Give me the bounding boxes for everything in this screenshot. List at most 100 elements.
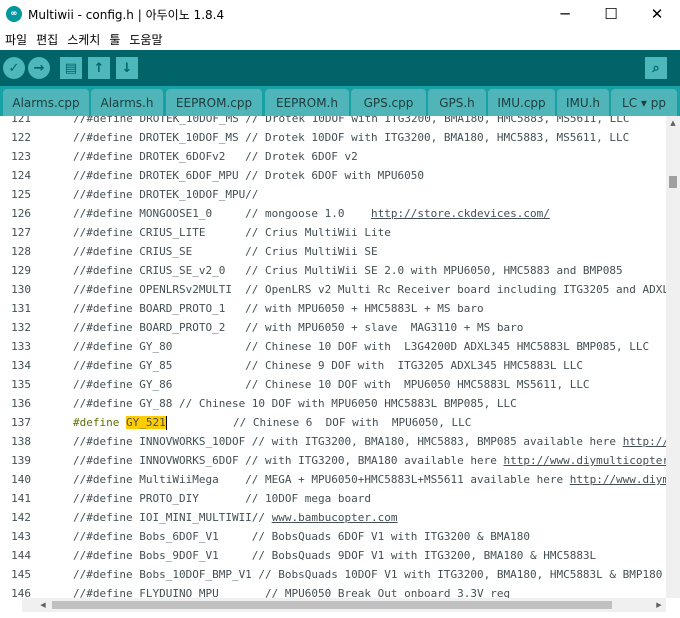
line-text: //#define INNOVWORKS_10DOF // with ITG32… bbox=[73, 432, 666, 451]
code-link: www.bambucopter.com bbox=[271, 511, 398, 524]
maximize-button[interactable]: ☐ bbox=[588, 0, 634, 28]
code-text: //#define MultiWiiMega // MEGA + MPU6050… bbox=[73, 473, 570, 486]
new-sketch-icon[interactable]: ▤ bbox=[60, 57, 82, 79]
code-text: //#define DROTEK_6DOFv2 // Drotek 6DOF v… bbox=[73, 150, 358, 163]
code-line: 129 //#define CRIUS_SE_v2_0 // Crius Mult… bbox=[0, 261, 666, 280]
menu-help[interactable]: 도움말 bbox=[125, 31, 166, 48]
line-number: 139 bbox=[11, 454, 31, 467]
code-line: 128 //#define CRIUS_SE // Crius MultiWii … bbox=[0, 242, 666, 261]
code-line: 144 //#define Bobs_9DOF_V1 // BobsQuads 9… bbox=[0, 546, 666, 565]
line-number: 145 bbox=[11, 568, 31, 581]
code-text: //#define CRIUS_SE // Crius MultiWii SE bbox=[73, 245, 378, 258]
upload-icon[interactable]: → bbox=[28, 57, 50, 79]
line-text: //#define GY_85 // Chinese 9 DOF with IT… bbox=[73, 356, 583, 375]
line-text: //#define CRIUS_SE // Crius MultiWii SE bbox=[73, 242, 378, 261]
line-number: 136 bbox=[11, 397, 31, 410]
tab-eeprom-cpp[interactable]: EEPROM.cpp bbox=[166, 89, 262, 116]
line-number: 141 bbox=[11, 492, 31, 505]
code-line: 126 //#define MONGOOSE1_0 // mongoose 1.0… bbox=[0, 204, 666, 223]
tab-imu-h[interactable]: IMU.h bbox=[557, 89, 609, 116]
hscroll-pad bbox=[0, 598, 22, 612]
minimize-button[interactable]: ─ bbox=[542, 0, 588, 28]
code-line: 136 //#define GY_88 // Chinese 10 DOF wit… bbox=[0, 394, 666, 413]
toolbar: ✓ → ▤ ↑ ↓ ⌕ bbox=[0, 50, 680, 86]
code-line: 131 //#define BOARD_PROTO_1 // with MPU60… bbox=[0, 299, 666, 318]
code-text: //#define INNOVWORKS_10DOF // with ITG32… bbox=[73, 435, 623, 448]
code-line: 125 //#define DROTEK_10DOF_MPU// bbox=[0, 185, 666, 204]
scroll-up-icon[interactable]: ▲ bbox=[666, 116, 680, 130]
menu-edit[interactable]: 편집 bbox=[32, 31, 62, 48]
code-text: //#define FLYDUINO_MPU // MPU6050 Break … bbox=[73, 587, 511, 598]
line-text: //#define GY_88 // Chinese 10 DOF with M… bbox=[73, 394, 517, 413]
serial-monitor-icon[interactable]: ⌕ bbox=[645, 57, 667, 79]
line-number: 126 bbox=[11, 207, 31, 220]
code-text: //#define GY_88 // Chinese 10 DOF with M… bbox=[73, 397, 517, 410]
code-text: //#define Bobs_9DOF_V1 // BobsQuads 9DOF… bbox=[73, 549, 597, 562]
line-text: //#define Bobs_10DOF_BMP_V1 // BobsQuads… bbox=[73, 565, 666, 584]
line-number: 132 bbox=[11, 321, 31, 334]
line-number: 131 bbox=[11, 302, 31, 315]
line-text: //#define DROTEK_10DOF_MS // Drotek 10DO… bbox=[73, 128, 629, 147]
code-text: //#define CRIUS_LITE // Crius MultiWii L… bbox=[73, 226, 391, 239]
tab-more-dropdown[interactable]: LC ▾ pp bbox=[611, 89, 677, 116]
tab-gps-h[interactable]: GPS.h bbox=[428, 89, 486, 116]
menu-tools[interactable]: 툴 bbox=[105, 31, 124, 48]
code-text: //#define OPENLRSv2MULTI // OpenLRS v2 M… bbox=[73, 283, 666, 296]
window-controls: ─ ☐ ✕ bbox=[542, 0, 680, 28]
code-link: http://store.ckdevices.com/ bbox=[371, 207, 550, 220]
line-text: //#define IOI_MINI_MULTIWII// www.bambuc… bbox=[73, 508, 398, 527]
scroll-right-icon[interactable]: ▶ bbox=[652, 598, 666, 612]
code-line: 133 //#define GY_80 // Chinese 10 DOF wit… bbox=[0, 337, 666, 356]
code-text: //#define CRIUS_SE_v2_0 // Crius MultiWi… bbox=[73, 264, 623, 277]
tab-eeprom-h[interactable]: EEPROM.h bbox=[265, 89, 349, 116]
code-line: 132 //#define BOARD_PROTO_2 // with MPU60… bbox=[0, 318, 666, 337]
line-number: 123 bbox=[11, 150, 31, 163]
code-line: 123 //#define DROTEK_6DOFv2 // Drotek 6DO… bbox=[0, 147, 666, 166]
verify-icon[interactable]: ✓ bbox=[3, 57, 25, 79]
code-line: 145 //#define Bobs_10DOF_BMP_V1 // BobsQu… bbox=[0, 565, 666, 584]
line-number: 121 bbox=[11, 116, 31, 125]
tab-gps-cpp[interactable]: GPS.cpp bbox=[351, 89, 426, 116]
line-text: //#define DROTEK_6DOF_MPU // Drotek 6DOF… bbox=[73, 166, 424, 185]
line-text: //#define CRIUS_SE_v2_0 // Crius MultiWi… bbox=[73, 261, 623, 280]
tab-alarms-h[interactable]: Alarms.h bbox=[91, 89, 163, 116]
open-icon[interactable]: ↑ bbox=[88, 57, 110, 79]
code-editor[interactable]: 121 //#define DROTEK_10DOF_MS // Drotek … bbox=[0, 116, 666, 598]
code-line: 143 //#define Bobs_6DOF_V1 // BobsQuads 6… bbox=[0, 527, 666, 546]
code-text: //#define PROTO_DIY // 10DOF mega board bbox=[73, 492, 372, 505]
vertical-scrollbar[interactable]: ▲ bbox=[666, 116, 680, 598]
horizontal-scrollbar[interactable]: ◀ ▶ bbox=[22, 598, 666, 612]
code-link: http://www.diymu bbox=[622, 435, 666, 448]
code-text: //#define GY_86 // Chinese 10 DOF with M… bbox=[73, 378, 590, 391]
code-text: //#define BOARD_PROTO_1 // with MPU6050 … bbox=[73, 302, 484, 315]
line-text: //#define GY_86 // Chinese 10 DOF with M… bbox=[73, 375, 590, 394]
line-text: //#define DROTEK_10DOF_MPU// bbox=[73, 185, 258, 204]
tab-alarms-cpp[interactable]: Alarms.cpp bbox=[3, 89, 89, 116]
code-line: 142 //#define IOI_MINI_MULTIWII// www.bam… bbox=[0, 508, 666, 527]
menu-sketch[interactable]: 스케치 bbox=[63, 31, 104, 48]
line-number: 146 bbox=[11, 587, 31, 598]
code-text: //#define DROTEK_10DOF_MPU// bbox=[73, 188, 259, 201]
menu-file[interactable]: 파일 bbox=[1, 31, 31, 48]
arduino-icon: ∞ bbox=[6, 6, 22, 22]
vertical-scroll-thumb[interactable] bbox=[669, 176, 677, 188]
line-text: //#define MultiWiiMega // MEGA + MPU6050… bbox=[73, 470, 666, 489]
code-text: //#define GY_85 // Chinese 9 DOF with IT… bbox=[73, 359, 583, 372]
tab-imu-cpp[interactable]: IMU.cpp bbox=[488, 89, 555, 116]
keyword: #define bbox=[73, 416, 126, 429]
line-text: //#define BOARD_PROTO_1 // with MPU6050 … bbox=[73, 299, 484, 318]
code-text: //#define DROTEK_6DOF_MPU // Drotek 6DOF… bbox=[73, 169, 424, 182]
line-text: //#define GY_80 // Chinese 10 DOF with L… bbox=[73, 337, 649, 356]
scroll-left-icon[interactable]: ◀ bbox=[36, 598, 50, 612]
line-text: //#define INNOVWORKS_6DOF // with ITG320… bbox=[73, 451, 666, 470]
code-line: 137 #define GY_521 // Chinese 6 DOF with … bbox=[0, 413, 666, 432]
code-text: //#define INNOVWORKS_6DOF // with ITG320… bbox=[73, 454, 504, 467]
code-line: 130 //#define OPENLRSv2MULTI // OpenLRS v… bbox=[0, 280, 666, 299]
line-text: //#define CRIUS_LITE // Crius MultiWii L… bbox=[73, 223, 391, 242]
save-icon[interactable]: ↓ bbox=[116, 57, 138, 79]
horizontal-scroll-thumb[interactable] bbox=[52, 601, 612, 609]
code-line: 127 //#define CRIUS_LITE // Crius MultiWi… bbox=[0, 223, 666, 242]
line-number: 140 bbox=[11, 473, 31, 486]
close-button[interactable]: ✕ bbox=[634, 0, 680, 28]
code-text: //#define DROTEK_10DOF_MS // Drotek 10DO… bbox=[73, 131, 630, 144]
